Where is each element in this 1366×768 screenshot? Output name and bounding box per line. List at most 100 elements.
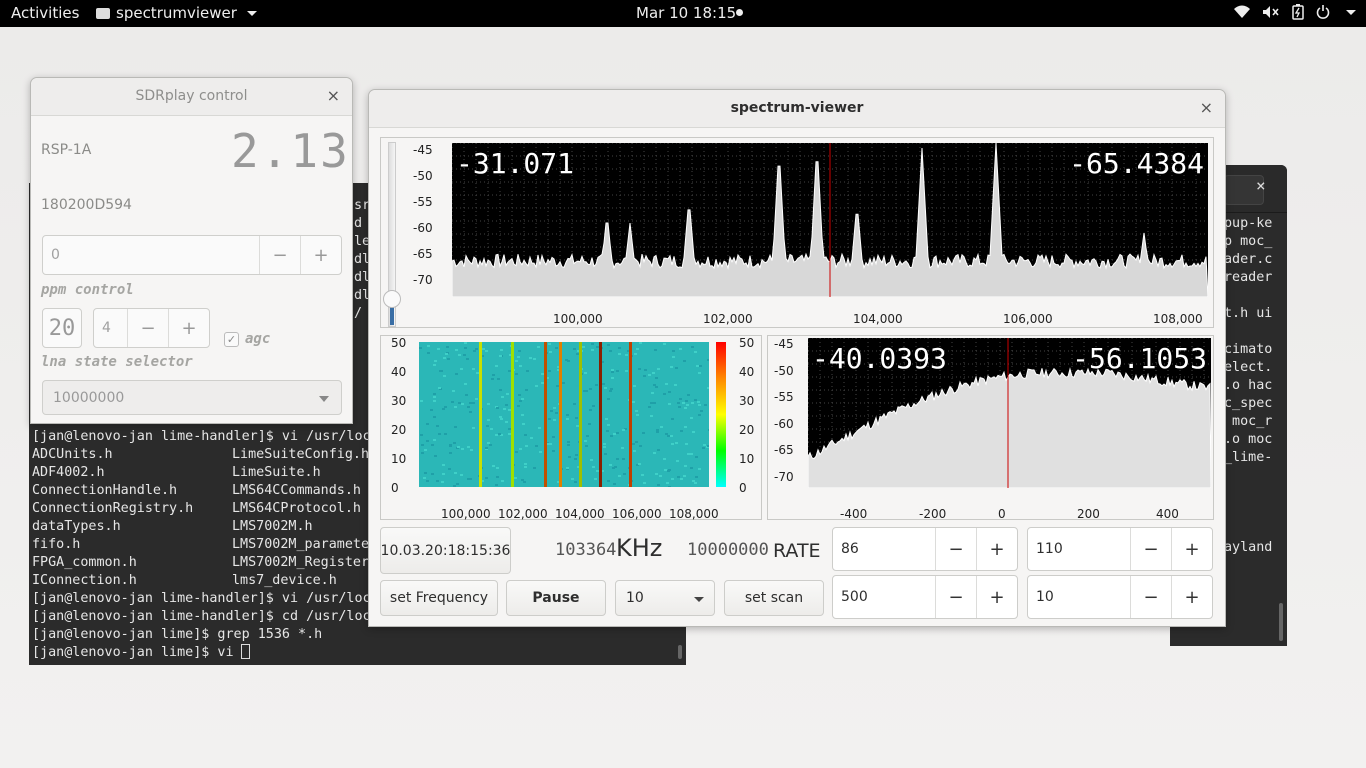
axis-tick-label: 10: [391, 452, 407, 466]
axis-tick-label: 400: [1156, 507, 1179, 521]
spectrum-viewer-window[interactable]: spectrum-viewer × -45 -50 -55 -60 -65 -70 -31…: [368, 89, 1226, 627]
spinner-1[interactable]: 86 − +: [832, 527, 1018, 571]
plot-mark: [639, 445, 642, 447]
plot-mark: [467, 406, 470, 408]
plot-mark: [609, 390, 612, 392]
plot-mark: [682, 402, 685, 404]
battery-icon: [1292, 4, 1304, 20]
plot-mark: [653, 452, 656, 454]
decrement-button[interactable]: −: [1130, 576, 1171, 618]
plot-mark: [633, 385, 636, 387]
plot-mark: [698, 404, 701, 406]
scan-step-select[interactable]: 10: [615, 580, 715, 616]
main-spectrum-plot[interactable]: -31.071 -65.4384: [451, 142, 1209, 298]
terminal-line: elect.: [1224, 360, 1273, 375]
plot-mark: [453, 485, 456, 487]
waterfall-plot[interactable]: [419, 342, 712, 488]
plot-mark: [642, 432, 645, 434]
spinner-4-value[interactable]: 10: [1028, 589, 1130, 605]
set-scan-button[interactable]: set scan: [724, 580, 824, 616]
plot-mark: [576, 425, 579, 427]
plot-mark: [650, 402, 653, 404]
plot-mark: [613, 483, 616, 485]
zoom-spectrum-plot[interactable]: -40.0393 -56.1053: [807, 337, 1212, 489]
ppm-spinner[interactable]: 0 − +: [42, 235, 342, 275]
decrement-button[interactable]: −: [935, 576, 976, 618]
plot-mark: [603, 446, 606, 448]
terminal-line: ayland: [1224, 540, 1273, 555]
plot-mark: [444, 406, 447, 408]
plot-mark: [544, 342, 547, 487]
terminal-line: ADCUnits.h: [32, 447, 113, 462]
axis-tick-label: -55: [774, 390, 794, 404]
plot-mark: [430, 409, 433, 411]
increment-button[interactable]: +: [168, 309, 209, 347]
plot-mark: [490, 428, 493, 430]
decrement-button[interactable]: −: [259, 236, 300, 274]
plot-mark: [518, 394, 521, 396]
increment-button[interactable]: +: [300, 236, 341, 274]
decrement-button[interactable]: −: [1130, 528, 1171, 570]
plot-mark: [535, 385, 538, 387]
set-frequency-button[interactable]: set Frequency: [380, 580, 498, 616]
spinner-3-value[interactable]: 500: [833, 589, 935, 605]
plot-mark: [495, 484, 498, 486]
plot-mark: [651, 392, 654, 394]
spinner-4[interactable]: 10 − +: [1027, 575, 1213, 619]
plot-mark: [699, 365, 702, 367]
plot-mark: [426, 423, 429, 425]
scrollbar[interactable]: [1279, 603, 1283, 641]
activities-button[interactable]: Activities: [11, 4, 79, 22]
plot-mark: [505, 421, 508, 423]
plot-mark: [691, 402, 694, 404]
plot-mark: [424, 449, 427, 451]
axis-tick-label: 50: [391, 336, 407, 350]
terminal-line: reader: [1224, 270, 1273, 285]
plot-mark: [704, 404, 707, 406]
close-icon[interactable]: ×: [1256, 177, 1266, 195]
increment-button[interactable]: +: [976, 528, 1017, 570]
axis-tick-label: 0: [998, 507, 1006, 521]
agc-label: agc: [245, 331, 271, 347]
timestamp-display: 10.03.20:18:15:36: [380, 527, 511, 574]
agc-checkbox[interactable]: ✓: [224, 332, 239, 347]
bandwidth-select[interactable]: 10000000: [42, 380, 342, 415]
spinner-3[interactable]: 500 − +: [832, 575, 1018, 619]
axis-tick-label: 20: [739, 423, 755, 437]
decrement-button[interactable]: −: [127, 309, 168, 347]
sdrplay-control-window[interactable]: SDRplay control × RSP-1A 2.13 180200D594…: [30, 77, 353, 424]
spinner-2-value[interactable]: 110: [1028, 541, 1130, 557]
spinner-1-value[interactable]: 86: [833, 541, 935, 557]
plot-mark: [499, 389, 502, 391]
plot-mark: [633, 450, 636, 452]
plot-mark: [690, 453, 693, 455]
plot-mark: [604, 453, 607, 455]
terminal-line-column: LMS7002M_paramete: [232, 537, 370, 552]
lna-spinner[interactable]: 4 − +: [93, 308, 210, 348]
terminal-line: ConnectionRegistry.h: [32, 501, 194, 516]
plot-mark: [475, 398, 478, 400]
plot-mark: [632, 443, 635, 445]
system-tray[interactable]: [1234, 4, 1356, 20]
app-menu[interactable]: spectrumviewer: [96, 4, 257, 22]
plot-mark: [665, 433, 668, 435]
plot-mark: [635, 441, 638, 443]
scrollbar[interactable]: [678, 645, 682, 659]
clock[interactable]: Mar 10 18:15: [636, 4, 736, 22]
gain-slider-handle[interactable]: [383, 290, 401, 308]
ppm-value[interactable]: 0: [43, 247, 259, 263]
plot-mark: [437, 348, 440, 350]
plot-mark: [591, 343, 594, 345]
plot-mark: [518, 350, 521, 352]
plot-mark: [566, 414, 569, 416]
increment-button[interactable]: +: [976, 576, 1017, 618]
pause-button[interactable]: Pause: [506, 580, 606, 616]
lna-value[interactable]: 4: [94, 320, 127, 336]
decrement-button[interactable]: −: [935, 528, 976, 570]
spinner-2[interactable]: 110 − +: [1027, 527, 1213, 571]
increment-button[interactable]: +: [1171, 576, 1212, 618]
close-icon[interactable]: ×: [1200, 98, 1213, 117]
close-icon[interactable]: ×: [327, 86, 340, 105]
increment-button[interactable]: +: [1171, 528, 1212, 570]
plot-mark: [698, 414, 701, 416]
